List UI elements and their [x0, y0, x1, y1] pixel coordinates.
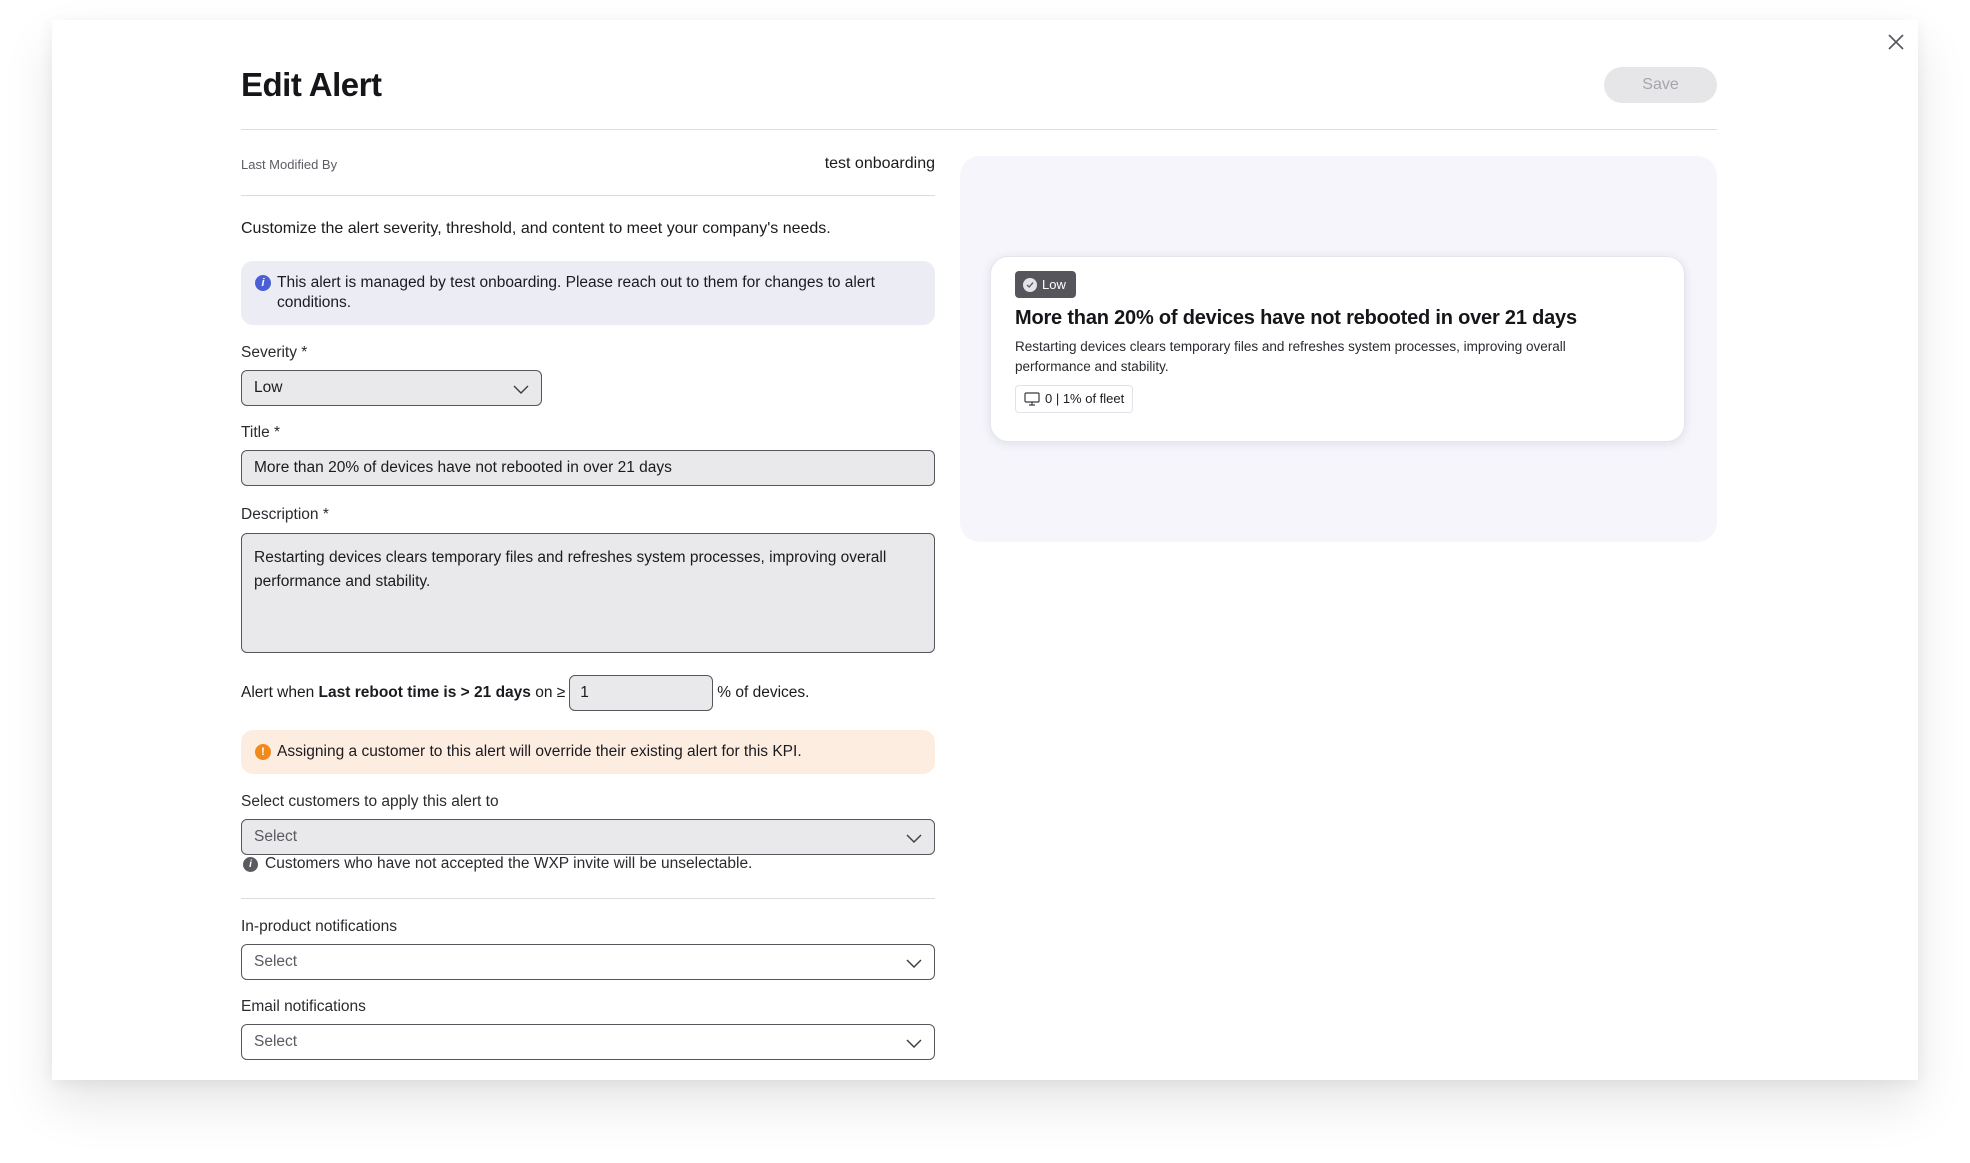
customers-hint-text: Customers who have not accepted the WXP …	[265, 855, 753, 872]
threshold-condition: Last reboot time is > 21 days	[318, 684, 531, 701]
check-circle-icon	[1023, 277, 1037, 292]
fleet-chip: 0 | 1% of fleet	[1015, 385, 1134, 413]
severity-value: Low	[254, 379, 283, 396]
threshold-on: on ≥	[535, 684, 566, 701]
in-product-notifications-select[interactable]: Select	[241, 944, 935, 980]
email-notifications-select[interactable]: Select	[241, 1024, 935, 1060]
chevron-down-icon	[906, 1039, 922, 1048]
alert-preview-panel: Low More than 20% of devices have not re…	[960, 156, 1717, 542]
last-modified-label: Last Modified By	[241, 157, 338, 172]
last-modified-row: Last Modified By test onboarding	[241, 130, 935, 196]
title-label: Title *	[241, 424, 281, 441]
preview-description: Restarting devices clears temporary file…	[1015, 339, 1566, 374]
page-title: Edit Alert	[241, 66, 382, 103]
in-product-placeholder: Select	[254, 953, 298, 970]
email-placeholder: Select	[254, 1033, 298, 1050]
email-label: Email notifications	[241, 998, 366, 1015]
intro-text: Customize the alert severity, threshold,…	[241, 220, 831, 237]
info-banner-text: This alert is managed by test onboarding…	[277, 274, 875, 311]
preview-title: More than 20% of devices have not reboot…	[1015, 307, 1577, 329]
close-button[interactable]	[1882, 28, 1910, 56]
customers-label: Select customers to apply this alert to	[241, 793, 499, 810]
last-modified-value: test onboarding	[824, 155, 935, 172]
modal-header: Edit Alert Save	[241, 62, 1717, 130]
chevron-down-icon	[906, 834, 922, 843]
override-warning-banner: ! Assigning a customer to this alert wil…	[241, 730, 935, 774]
chevron-down-icon	[906, 959, 922, 968]
in-product-label: In-product notifications	[241, 918, 397, 935]
severity-label: Severity *	[241, 344, 308, 361]
close-icon	[1888, 34, 1904, 50]
customers-select[interactable]: Select	[241, 819, 935, 855]
severity-select[interactable]: Low	[241, 370, 542, 406]
threshold-row: Alert when Last reboot time is > 21 days…	[241, 675, 935, 711]
severity-badge-label: Low	[1042, 277, 1066, 292]
info-icon: i	[255, 275, 271, 291]
threshold-input[interactable]	[569, 675, 714, 711]
customers-placeholder: Select	[254, 828, 298, 845]
fleet-chip-label: 0 | 1% of fleet	[1045, 391, 1125, 406]
monitor-icon	[1024, 392, 1040, 406]
save-button[interactable]: Save	[1604, 67, 1717, 103]
warning-text: Assigning a customer to this alert will …	[277, 743, 802, 760]
title-input[interactable]	[241, 450, 935, 486]
severity-badge: Low	[1015, 271, 1076, 298]
description-input[interactable]: Restarting devices clears temporary file…	[241, 533, 935, 653]
managed-info-banner: i This alert is managed by test onboardi…	[241, 261, 935, 325]
chevron-down-icon	[513, 385, 529, 394]
section-divider	[241, 898, 935, 899]
threshold-prefix: Alert when	[241, 684, 315, 701]
warning-icon: !	[255, 744, 271, 760]
customers-hint: i Customers who have not accepted the WX…	[243, 855, 752, 873]
description-label: Description *	[241, 506, 329, 523]
info-icon: i	[243, 856, 258, 872]
alert-preview-card: Low More than 20% of devices have not re…	[990, 256, 1685, 442]
threshold-suffix: % of devices.	[717, 684, 810, 701]
